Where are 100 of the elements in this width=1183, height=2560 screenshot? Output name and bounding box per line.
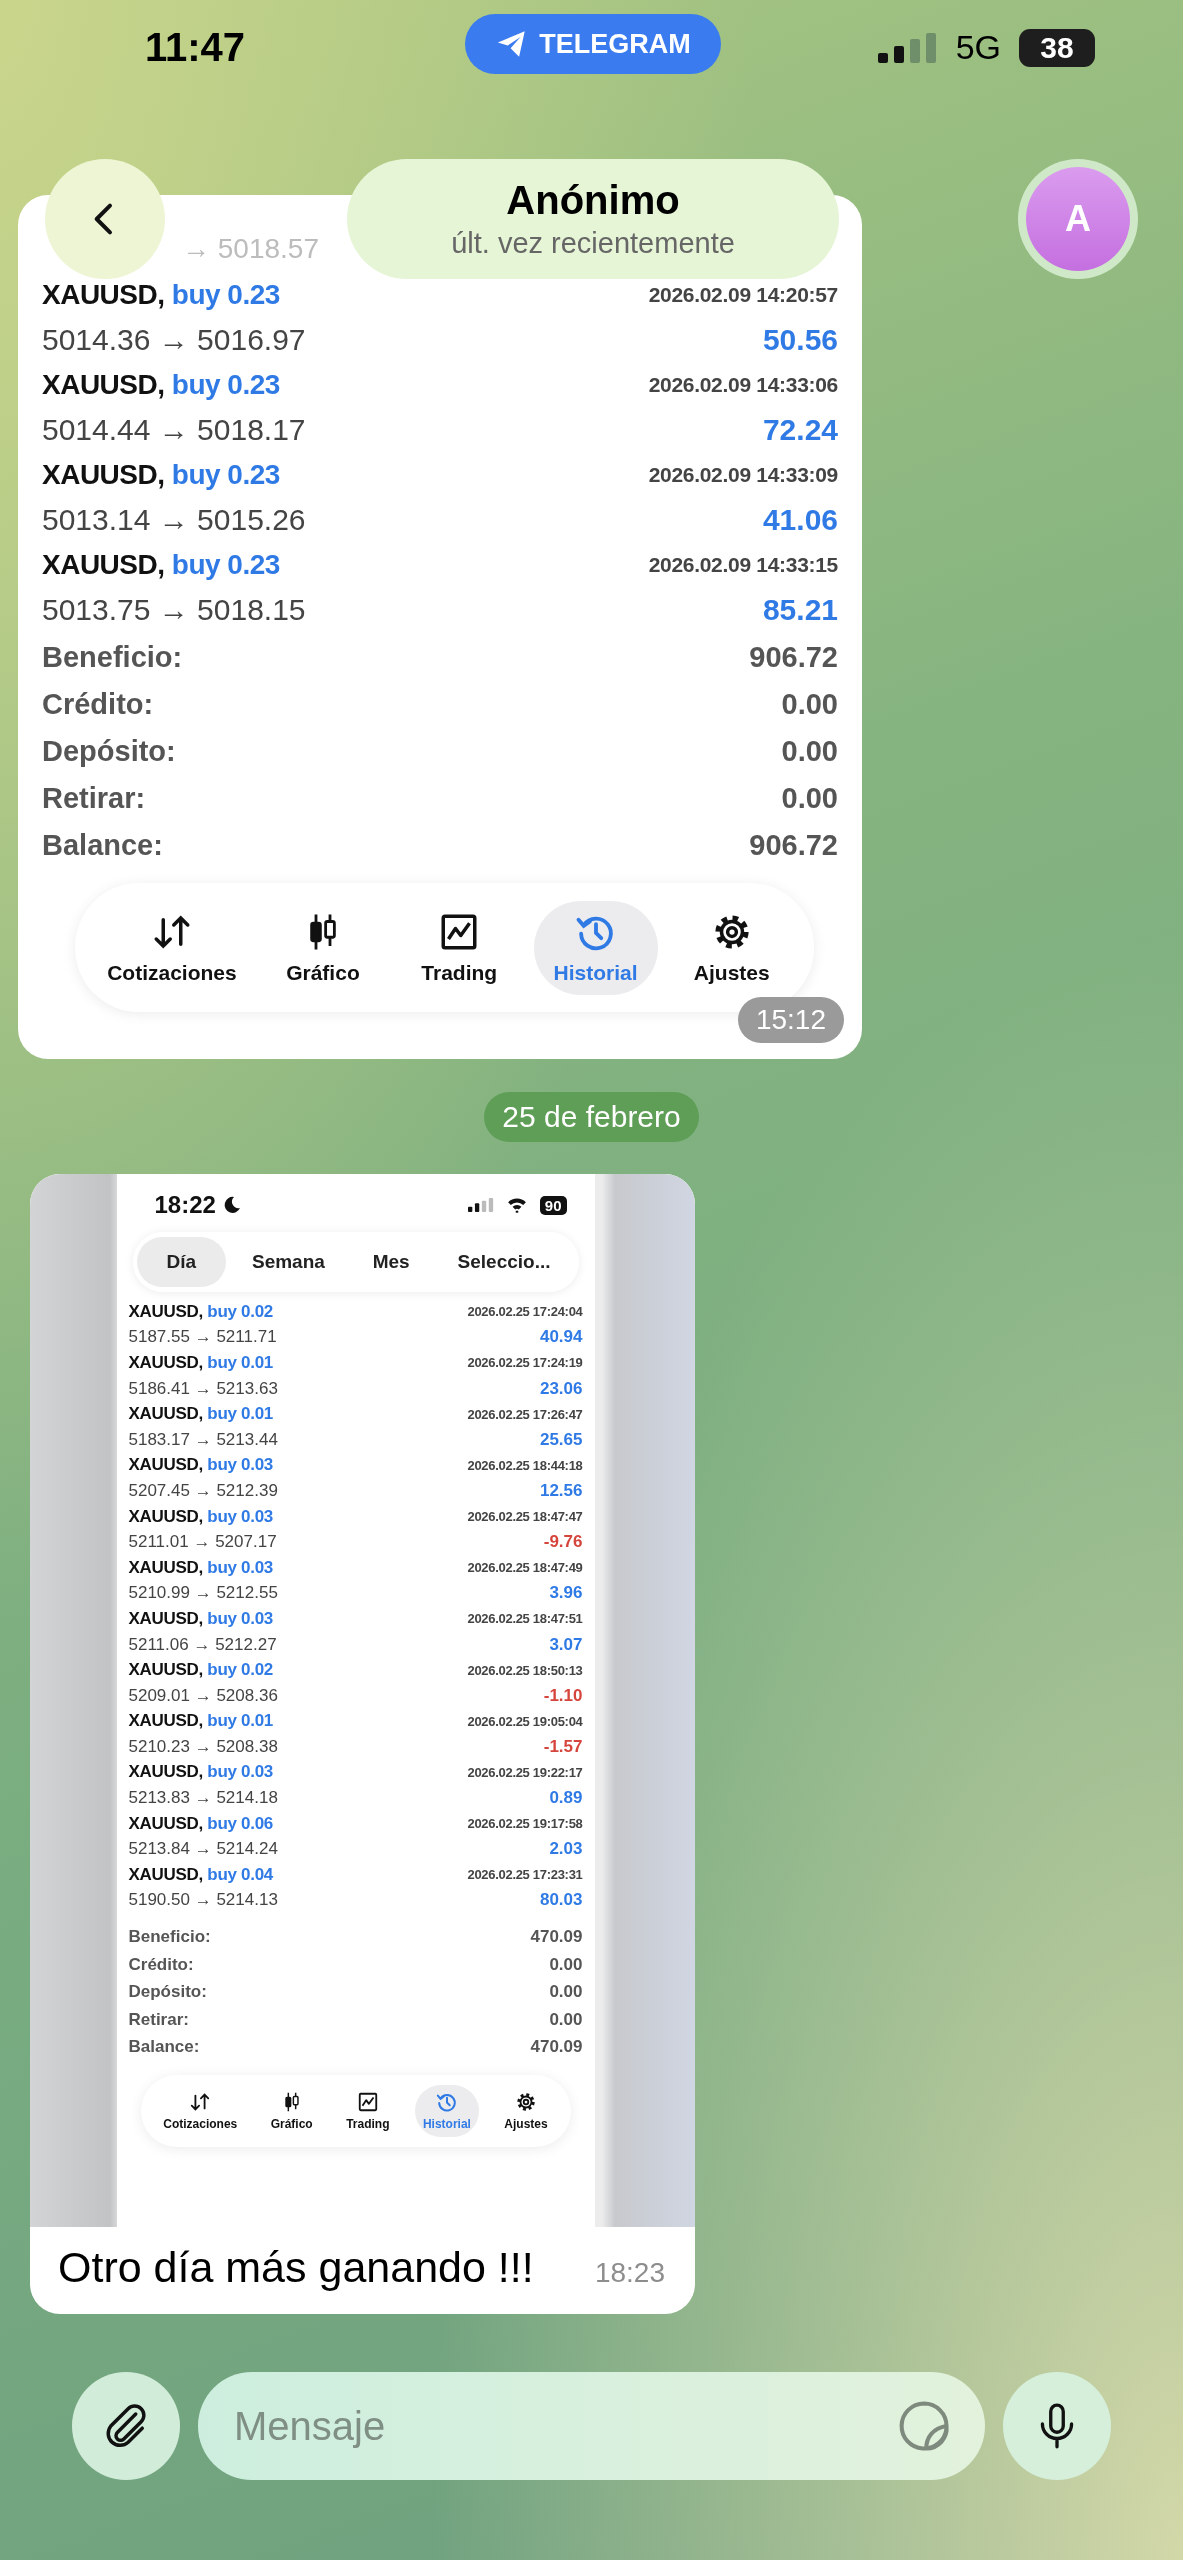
period-tab[interactable]: Semana: [229, 1237, 347, 1287]
nav-tab[interactable]: Historial: [414, 2084, 479, 2137]
nav-tab[interactable]: Historial: [533, 900, 658, 995]
chart-icon: [356, 2090, 379, 2113]
trade-time: 2026.02.09 14:20:57: [648, 282, 838, 307]
network-label: 5G: [955, 28, 1001, 67]
trade-title: XAUUSD, buy 0.03: [128, 1557, 273, 1578]
nav-tab[interactable]: Trading: [338, 2084, 398, 2137]
trade-prices: 5211.06 → 5212.27: [128, 1634, 277, 1655]
trade-title: XAUUSD, buy 0.03: [128, 1608, 273, 1629]
trade-prices: 5209.01 → 5208.36: [128, 1685, 278, 1706]
trade-profit: 80.03: [539, 1890, 583, 1911]
signal-icon: [877, 32, 938, 63]
period-tab[interactable]: Día: [136, 1237, 227, 1287]
period-tab[interactable]: Seleccio...: [435, 1237, 573, 1287]
trade-prices: 5186.41 → 5213.63: [128, 1378, 278, 1399]
summary-label: Crédito:: [128, 1954, 194, 1975]
trade-time: 2026.02.09 14:33:09: [648, 462, 838, 487]
sticker-icon[interactable]: [897, 2399, 951, 2453]
status-time: 11:47: [145, 25, 246, 70]
battery-indicator: 90: [539, 1195, 567, 1215]
summary-label: Depósito:: [128, 1982, 207, 2002]
trade-time: 2026.02.25 19:22:17: [467, 1765, 583, 1780]
nav-tab[interactable]: Gráfico: [262, 2084, 321, 2137]
trade-prices: 5013.75 → 5018.15: [42, 592, 306, 627]
nav-tab[interactable]: Gráfico: [260, 900, 385, 995]
summary-value: 0.00: [781, 735, 838, 768]
trade-profit: 25.65: [539, 1429, 583, 1450]
trade-title: XAUUSD, buy 0.23: [42, 458, 280, 491]
trade-title: XAUUSD, buy 0.01: [128, 1404, 273, 1425]
trade-title: XAUUSD, buy 0.02: [128, 1301, 273, 1322]
summary-label: Balance:: [42, 829, 163, 862]
summary-label: Balance:: [128, 2037, 200, 2057]
summary-value: 0.00: [549, 1954, 583, 1975]
trade-title: XAUUSD, buy 0.03: [128, 1455, 273, 1476]
message-time: 15:12: [737, 997, 844, 1043]
trade-title: XAUUSD, buy 0.23: [42, 278, 280, 311]
summary-label: Depósito:: [42, 735, 176, 768]
trade-profit: 72.24: [762, 412, 838, 447]
trade-prices: 5207.45 → 5212.39: [128, 1480, 278, 1501]
trade-time: 2026.02.25 18:50:13: [467, 1662, 583, 1678]
trade-profit: 23.06: [539, 1378, 583, 1399]
trade-profit: 50.56: [762, 322, 838, 357]
trade-profit: 3.96: [549, 1583, 583, 1604]
trade-time: 2026.02.25 17:23:31: [467, 1867, 583, 1883]
trade-time: 2026.02.25 18:47:47: [467, 1509, 583, 1525]
wifi-icon: [505, 1197, 528, 1213]
trade-title: XAUUSD, buy 0.04: [128, 1864, 273, 1885]
trade-profit: -1.57: [543, 1736, 583, 1757]
summary-label: Retirar:: [128, 2009, 189, 2030]
last-seen-status: últ. vez recientemente: [451, 227, 735, 260]
summary-label: Beneficio:: [128, 1927, 211, 1947]
nav-tab[interactable]: Cotizaciones: [95, 900, 249, 995]
trade-time: 2026.02.25 17:24:04: [467, 1304, 583, 1320]
trade-prices: 5014.36 → 5016.97: [42, 322, 306, 357]
trade-profit: 41.06: [762, 502, 838, 537]
status-time: 18:22: [154, 1191, 216, 1219]
trade-title: XAUUSD, buy 0.02: [128, 1660, 273, 1681]
date-separator: 25 de febrero: [484, 1092, 699, 1142]
summary-value: 906.72: [749, 829, 838, 862]
chat-title-pill[interactable]: Anónimo últ. vez recientemente: [347, 159, 839, 279]
signal-icon: [467, 1198, 494, 1212]
summary-label: Crédito:: [42, 688, 154, 721]
app-pill[interactable]: TELEGRAM: [465, 14, 721, 74]
trade-title: XAUUSD, buy 0.06: [128, 1813, 273, 1834]
trade-title: XAUUSD, buy 0.03: [128, 1762, 273, 1783]
summary-value: 470.09: [530, 2037, 583, 2057]
summary-label: Retirar:: [42, 782, 146, 815]
trade-profit: 12.56: [539, 1480, 583, 1501]
trade-prices: 5210.99 → 5212.55: [128, 1583, 278, 1604]
chat-title: Anónimo: [506, 178, 680, 223]
trade-time: 2026.02.09 14:33:15: [648, 552, 838, 577]
battery-indicator: 38: [1019, 28, 1095, 67]
trade-profit: 3.07: [549, 1634, 583, 1655]
period-tab[interactable]: Mes: [350, 1237, 432, 1287]
trade-time: 2026.02.25 19:17:58: [467, 1816, 583, 1832]
message-time: 18:23: [594, 2257, 665, 2289]
trade-prices: 5210.23 → 5208.38: [128, 1736, 278, 1757]
summary-value: 0.00: [549, 1982, 583, 2002]
arrows-icon: [189, 2090, 212, 2113]
nav-tab[interactable]: Ajustes: [496, 2084, 556, 2137]
trade-prices: 5183.17 → 5213.44: [128, 1429, 278, 1450]
trade-title: XAUUSD, buy 0.23: [42, 368, 280, 401]
summary-label: Beneficio:: [42, 641, 183, 674]
nav-tab[interactable]: Trading: [397, 900, 522, 995]
nav-tab[interactable]: Cotizaciones: [155, 2084, 246, 2137]
trade-title: XAUUSD, buy 0.03: [128, 1506, 273, 1527]
trade-time: 2026.02.25 17:26:47: [467, 1406, 583, 1422]
trade-profit: -9.76: [543, 1532, 583, 1553]
trade-prices: 5213.83 → 5214.18: [128, 1788, 278, 1809]
message-input[interactable]: Mensaje: [198, 2372, 985, 2480]
trade-prices: 5013.14 → 5015.26: [42, 502, 306, 537]
trade-prices: 5190.50 → 5214.13: [128, 1890, 278, 1911]
trade-prices: 5211.01 → 5207.17: [128, 1532, 277, 1553]
trade-profit: 40.94: [539, 1327, 583, 1348]
trade-time: 2026.02.25 18:47:49: [467, 1560, 583, 1576]
trade-time: 2026.02.09 14:33:06: [648, 372, 838, 397]
nav-tab[interactable]: Ajustes: [669, 900, 794, 995]
message-text: Otro día más ganando !!!: [58, 2243, 534, 2292]
trade-title: XAUUSD, buy 0.01: [128, 1353, 273, 1373]
